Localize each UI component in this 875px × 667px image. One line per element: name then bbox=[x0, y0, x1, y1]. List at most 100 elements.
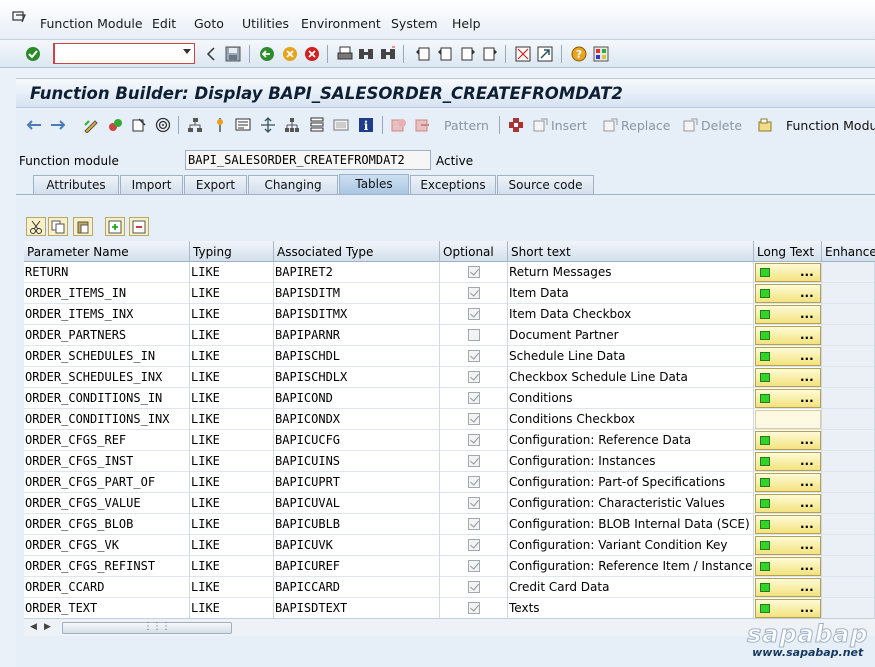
tab-source-code[interactable]: Source code bbox=[497, 175, 594, 194]
menu-function-module[interactable]: Function Module bbox=[40, 16, 143, 31]
long-text-button[interactable]: ... bbox=[755, 473, 821, 492]
associated-type-cell[interactable]: BAPIRET2 bbox=[274, 262, 440, 283]
associated-type-cell[interactable]: BAPICUVK bbox=[274, 535, 440, 556]
layout-icon[interactable] bbox=[592, 45, 609, 62]
typing-cell[interactable]: LIKE bbox=[190, 472, 274, 493]
delete-row-icon[interactable] bbox=[129, 217, 149, 236]
breakpoint-icon[interactable] bbox=[211, 116, 228, 133]
short-text-cell[interactable]: Configuration: Characteristic Values bbox=[508, 493, 754, 514]
typing-cell[interactable]: LIKE bbox=[190, 451, 274, 472]
long-text-button[interactable]: ... bbox=[755, 326, 821, 345]
typing-cell[interactable]: LIKE bbox=[190, 304, 274, 325]
short-text-cell[interactable]: Configuration: Reference Data bbox=[508, 430, 754, 451]
parameter-name-cell[interactable]: ORDER_CFGS_VALUE bbox=[24, 493, 190, 514]
tab-changing[interactable]: Changing bbox=[248, 175, 338, 194]
find-next-icon[interactable] bbox=[379, 45, 396, 62]
short-text-cell[interactable]: Texts bbox=[508, 598, 754, 618]
associated-type-cell[interactable]: BAPICCARD bbox=[274, 577, 440, 598]
parameter-name-cell[interactable]: ORDER_SCHEDULES_IN bbox=[24, 346, 190, 367]
short-text-cell[interactable]: Credit Card Data bbox=[508, 577, 754, 598]
command-field[interactable] bbox=[53, 43, 195, 64]
short-text-cell[interactable]: Conditions Checkbox bbox=[508, 409, 754, 430]
scrollbar-thumb[interactable]: ⋮⋮⋮ bbox=[62, 621, 232, 634]
shortcut-icon[interactable] bbox=[536, 45, 553, 62]
col-long-text[interactable]: Long Text bbox=[754, 241, 822, 262]
typing-cell[interactable]: LIKE bbox=[190, 430, 274, 451]
short-text-cell[interactable]: Item Data bbox=[508, 283, 754, 304]
where-used-icon[interactable] bbox=[154, 116, 171, 133]
associated-type-cell[interactable]: BAPISDITMX bbox=[274, 304, 440, 325]
long-text-button[interactable]: ... bbox=[755, 515, 821, 534]
function-module-field[interactable]: BAPI_SALESORDER_CREATEFROMDAT2 bbox=[185, 150, 431, 170]
long-text-button[interactable]: ... bbox=[755, 452, 821, 471]
parameter-name-cell[interactable]: ORDER_CONDITIONS_INX bbox=[24, 409, 190, 430]
long-text-button[interactable]: ... bbox=[755, 578, 821, 597]
parameter-name-cell[interactable]: ORDER_CFGS_REF bbox=[24, 430, 190, 451]
table-row[interactable]: ORDER_SCHEDULES_IN LIKE BAPISCHDL Schedule … bbox=[24, 346, 875, 367]
prev-page-icon[interactable] bbox=[436, 45, 453, 62]
help-icon[interactable]: ? bbox=[570, 45, 587, 62]
long-text-button[interactable]: ... bbox=[755, 431, 821, 450]
info-icon[interactable]: i bbox=[357, 116, 374, 133]
arrow-left-icon[interactable] bbox=[25, 116, 42, 133]
parameter-name-cell[interactable]: RETURN bbox=[24, 262, 190, 283]
table-row[interactable]: ORDER_CFGS_REFINST LIKE BAPICUREF Configura… bbox=[24, 556, 875, 577]
tab-import[interactable]: Import bbox=[120, 175, 183, 194]
short-text-cell[interactable]: Configuration: Part-of Specifications bbox=[508, 472, 754, 493]
command-input[interactable] bbox=[55, 44, 179, 63]
optional-checkbox[interactable] bbox=[468, 518, 480, 530]
scroll-right-icon[interactable]: ▶ bbox=[44, 622, 51, 632]
tab-export[interactable]: Export bbox=[184, 175, 247, 194]
save-icon[interactable] bbox=[224, 45, 241, 62]
optional-checkbox[interactable] bbox=[468, 308, 480, 320]
associated-type-cell[interactable]: BAPICONDX bbox=[274, 409, 440, 430]
typing-cell[interactable]: LIKE bbox=[190, 598, 274, 618]
long-text-button[interactable]: ... bbox=[755, 494, 821, 513]
table-row[interactable]: ORDER_CFGS_REF LIKE BAPICUCFG Configuration… bbox=[24, 430, 875, 451]
sap-menu-icon[interactable] bbox=[12, 11, 26, 23]
col-parameter-name[interactable]: Parameter Name bbox=[24, 241, 190, 262]
table-row[interactable]: ORDER_CFGS_PART_OF LIKE BAPICUPRT Configura… bbox=[24, 472, 875, 493]
triangle-left-icon[interactable] bbox=[202, 45, 219, 62]
table-row[interactable]: ORDER_ITEMS_IN LIKE BAPISDITM Item Data... bbox=[24, 283, 875, 304]
short-text-cell[interactable]: Configuration: Reference Item / Instance bbox=[508, 556, 754, 577]
associated-type-cell[interactable]: BAPICUVAL bbox=[274, 493, 440, 514]
function-module-icon[interactable] bbox=[756, 116, 773, 133]
col-associated-type[interactable]: Associated Type bbox=[274, 241, 440, 262]
table-row[interactable]: ORDER_CFGS_BLOB LIKE BAPICUBLB Configuratio… bbox=[24, 514, 875, 535]
typing-cell[interactable]: LIKE bbox=[190, 325, 274, 346]
table-row[interactable]: ORDER_CFGS_INST LIKE BAPICUINS Configuratio… bbox=[24, 451, 875, 472]
cut-icon[interactable] bbox=[26, 217, 46, 236]
typing-cell[interactable]: LIKE bbox=[190, 556, 274, 577]
parameter-name-cell[interactable]: ORDER_CFGS_BLOB bbox=[24, 514, 190, 535]
long-text-button[interactable]: ... bbox=[755, 557, 821, 576]
arrow-right-icon[interactable] bbox=[49, 116, 66, 133]
navigation-icon[interactable] bbox=[259, 116, 276, 133]
table-row[interactable]: ORDER_CFGS_VK LIKE BAPICUVK Configuration: … bbox=[24, 535, 875, 556]
typing-cell[interactable]: LIKE bbox=[190, 388, 274, 409]
long-text-button[interactable]: ... bbox=[755, 305, 821, 324]
short-text-cell[interactable]: Checkbox Schedule Line Data bbox=[508, 367, 754, 388]
typing-cell[interactable]: LIKE bbox=[190, 409, 274, 430]
long-text-button[interactable] bbox=[755, 410, 821, 429]
parameter-name-cell[interactable]: ORDER_ITEMS_INX bbox=[24, 304, 190, 325]
col-typing[interactable]: Typing bbox=[190, 241, 274, 262]
menu-system[interactable]: System bbox=[391, 16, 438, 31]
menu-edit[interactable]: Edit bbox=[152, 16, 176, 31]
short-text-cell[interactable]: Item Data Checkbox bbox=[508, 304, 754, 325]
table-row[interactable]: ORDER_CCARD LIKE BAPICCARD Credit Card Data… bbox=[24, 577, 875, 598]
frame-icon[interactable] bbox=[332, 116, 349, 133]
associated-type-cell[interactable]: BAPICUPRT bbox=[274, 472, 440, 493]
associated-type-cell[interactable]: BAPISCHDL bbox=[274, 346, 440, 367]
associated-type-cell[interactable]: BAPICUBLB bbox=[274, 514, 440, 535]
long-text-button[interactable]: ... bbox=[755, 368, 821, 387]
long-text-button[interactable]: ... bbox=[755, 347, 821, 366]
menu-help[interactable]: Help bbox=[452, 16, 481, 31]
associated-type-cell[interactable]: BAPICOND bbox=[274, 388, 440, 409]
col-optional[interactable]: Optional bbox=[440, 241, 508, 262]
typing-cell[interactable]: LIKE bbox=[190, 493, 274, 514]
parameter-name-cell[interactable]: ORDER_CFGS_PART_OF bbox=[24, 472, 190, 493]
parameter-name-cell[interactable]: ORDER_CCARD bbox=[24, 577, 190, 598]
associated-type-cell[interactable]: BAPICUINS bbox=[274, 451, 440, 472]
cancel-icon[interactable] bbox=[303, 45, 320, 62]
